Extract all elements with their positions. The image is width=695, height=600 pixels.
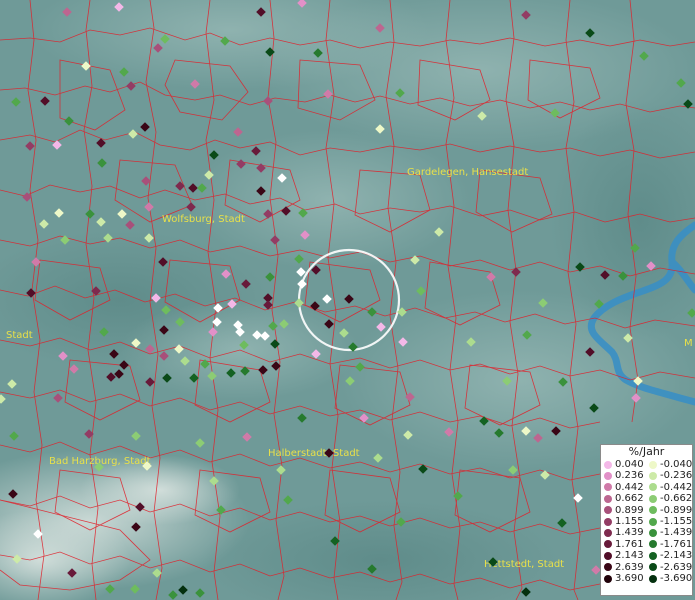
- legend-value: -2.639: [660, 561, 693, 573]
- legend-value: -0.899: [660, 504, 693, 516]
- legend-value: 1.761: [615, 538, 644, 550]
- legend-title: %/Jahr: [628, 445, 665, 458]
- legend-row: 1.439 -1.439: [601, 527, 692, 538]
- legend-row: 0.442 -0.442: [601, 482, 692, 493]
- legend-value: -1.761: [660, 538, 693, 550]
- legend-row: 2.143 -2.143: [601, 550, 692, 561]
- legend-swatch: [604, 540, 612, 549]
- legend-value: -2.143: [660, 550, 693, 562]
- legend-entry-negative: -0.236: [646, 470, 692, 481]
- place-label-stadt: Stadt: [6, 330, 33, 341]
- legend-value: -3.690: [660, 572, 693, 584]
- legend-value: 0.442: [615, 481, 644, 493]
- legend-row: 0.662 -0.662: [601, 493, 692, 504]
- legend-entry-negative: -2.639: [646, 562, 692, 573]
- legend-entry-negative: -0.899: [646, 505, 692, 516]
- legend-rows: 0.040 -0.040 0.236 -0.236 0.442 -0.442 0.662 -0…: [601, 459, 692, 584]
- legend-row: 0.236 -0.236: [601, 470, 692, 481]
- legend-swatch: [604, 506, 612, 515]
- legend-swatch: [649, 563, 657, 572]
- legend-entry-positive: 0.662: [601, 493, 646, 504]
- legend-value: 0.040: [615, 459, 644, 470]
- legend-entry-positive: 0.236: [601, 470, 646, 481]
- legend-value: -0.662: [660, 493, 693, 505]
- legend-swatch: [649, 483, 657, 492]
- legend-value: 2.639: [615, 561, 644, 573]
- legend: %/Jahr 0.040 -0.040 0.236 -0.236 0.442 -0.442…: [600, 444, 693, 596]
- legend-swatch: [649, 494, 657, 503]
- legend-entry-positive: 1.155: [601, 516, 646, 527]
- legend-swatch: [604, 563, 612, 572]
- legend-row: 0.040 -0.040: [601, 459, 692, 470]
- legend-row: 0.899 -0.899: [601, 505, 692, 516]
- legend-entry-positive: 1.761: [601, 539, 646, 550]
- legend-entry-positive: 3.690: [601, 573, 646, 584]
- legend-entry-positive: 2.639: [601, 562, 646, 573]
- map-canvas[interactable]: Gardelegen, Hansestadt Wolfsburg, Stadt …: [0, 0, 695, 600]
- legend-entry-negative: -0.662: [646, 493, 692, 504]
- legend-swatch: [649, 551, 657, 560]
- legend-swatch: [604, 574, 612, 583]
- legend-row: 1.761 -1.761: [601, 539, 692, 550]
- legend-row: 3.690 -3.690: [601, 573, 692, 584]
- place-label-m: M: [684, 338, 693, 349]
- legend-value: 1.155: [615, 515, 644, 527]
- legend-value: 2.143: [615, 550, 644, 562]
- legend-swatch: [604, 551, 612, 560]
- legend-swatch: [649, 472, 657, 481]
- legend-value: 0.899: [615, 504, 644, 516]
- legend-swatch: [649, 574, 657, 583]
- legend-swatch: [604, 483, 612, 492]
- legend-value: 0.662: [615, 493, 644, 505]
- legend-swatch: [604, 460, 612, 469]
- legend-row: 2.639 -2.639: [601, 562, 692, 573]
- legend-entry-positive: 1.439: [601, 527, 646, 538]
- legend-entry-negative: -2.143: [646, 550, 692, 561]
- legend-swatch: [604, 472, 612, 481]
- legend-entry-negative: -1.761: [646, 539, 692, 550]
- place-label-halberstadt: Halberstadt, Stadt: [268, 448, 360, 459]
- legend-entry-negative: -1.439: [646, 527, 692, 538]
- legend-value: -0.040: [660, 459, 693, 470]
- legend-swatch: [649, 540, 657, 549]
- legend-entry-negative: -1.155: [646, 516, 692, 527]
- legend-entry-positive: 2.143: [601, 550, 646, 561]
- legend-swatch: [604, 494, 612, 503]
- legend-value: 3.690: [615, 572, 644, 584]
- legend-entry-positive: 0.040: [601, 459, 646, 470]
- place-label-wolfsburg: Wolfsburg, Stadt: [162, 214, 245, 225]
- legend-value: 1.439: [615, 527, 644, 539]
- legend-swatch: [604, 517, 612, 526]
- legend-swatch: [649, 517, 657, 526]
- legend-entry-negative: -3.690: [646, 573, 692, 584]
- legend-value: -0.442: [660, 481, 693, 493]
- legend-swatch: [649, 506, 657, 515]
- legend-value: -0.236: [660, 470, 693, 482]
- legend-entry-positive: 0.442: [601, 482, 646, 493]
- legend-row: 1.155 -1.155: [601, 516, 692, 527]
- legend-swatch: [604, 529, 612, 538]
- legend-entry-negative: -0.442: [646, 482, 692, 493]
- legend-value: 0.236: [615, 470, 644, 482]
- legend-swatch: [649, 460, 657, 469]
- legend-value: -1.155: [660, 515, 693, 527]
- legend-entry-positive: 0.899: [601, 505, 646, 516]
- legend-entry-negative: -0.040: [646, 459, 692, 470]
- place-label-gardelegen: Gardelegen, Hansestadt: [407, 167, 528, 178]
- legend-swatch: [649, 529, 657, 538]
- legend-value: -1.439: [660, 527, 693, 539]
